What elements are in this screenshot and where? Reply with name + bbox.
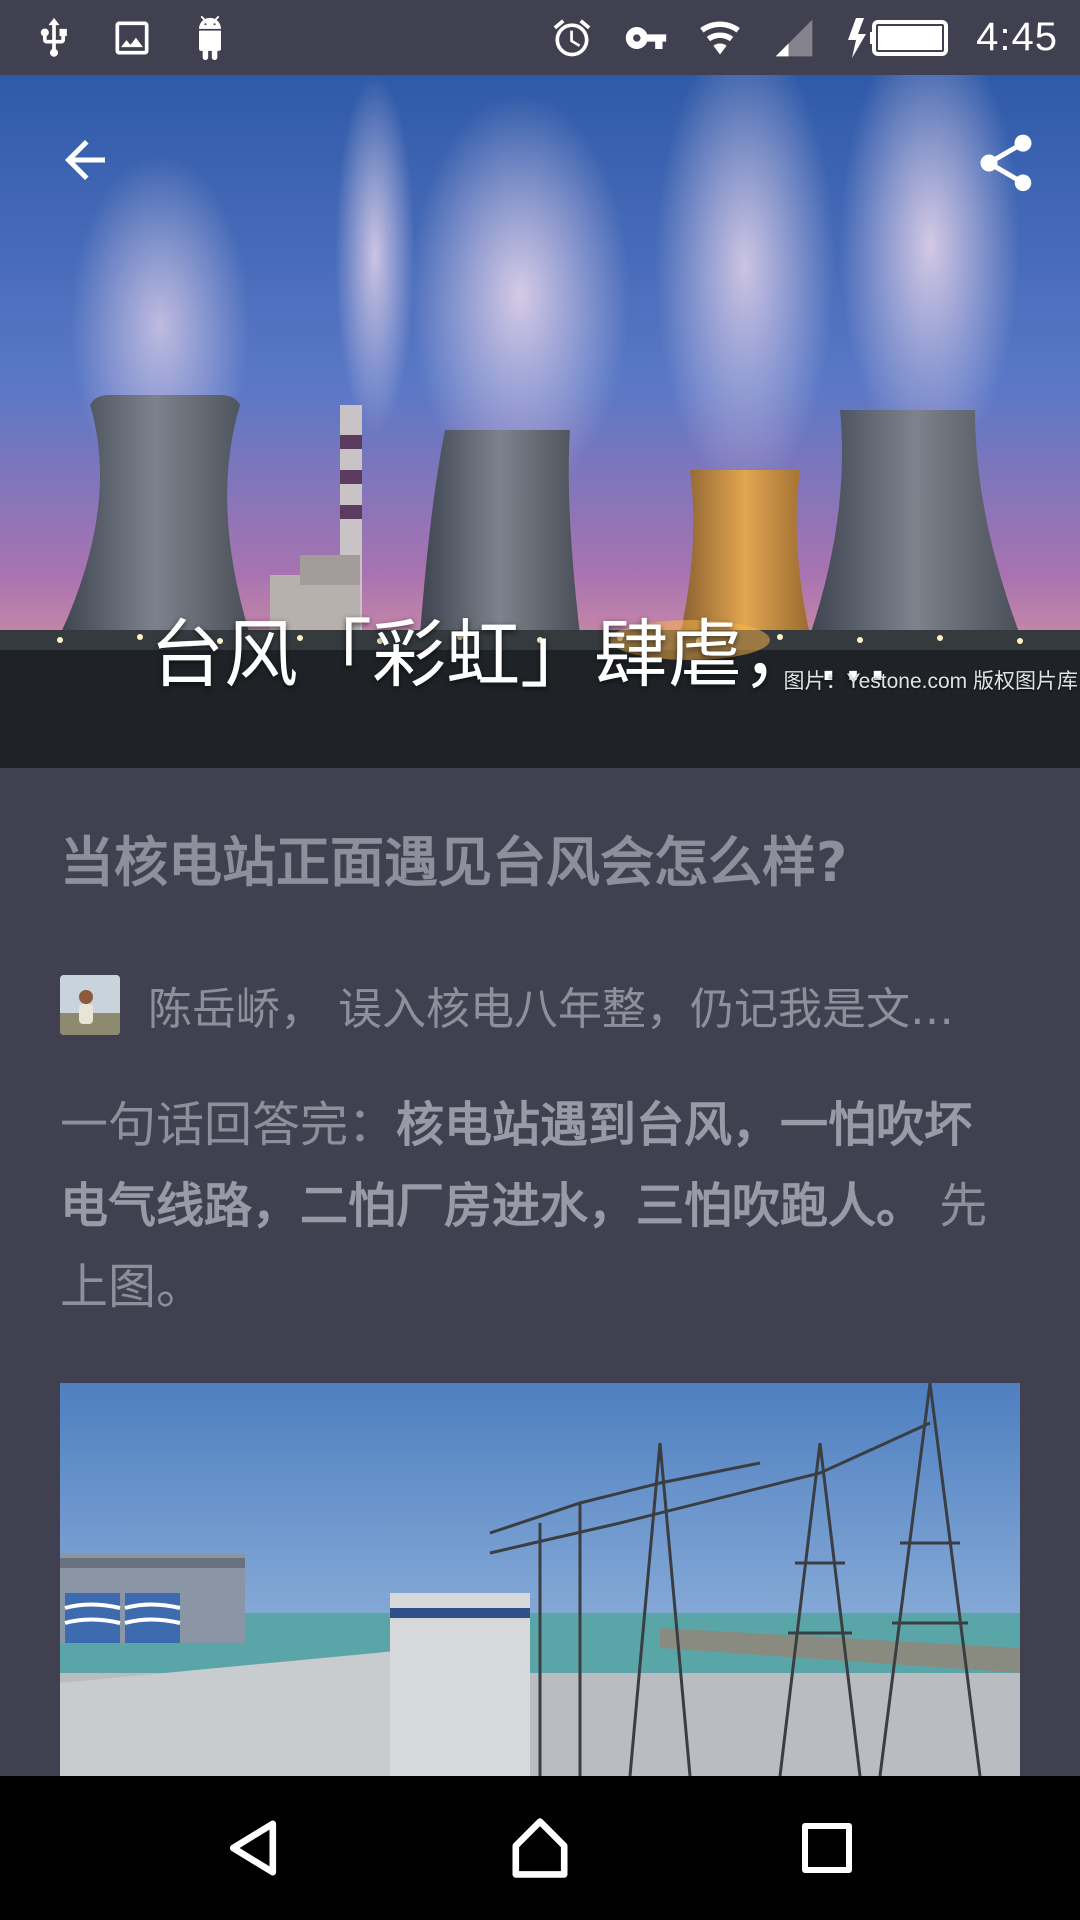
share-button[interactable]: [968, 125, 1044, 201]
recents-icon: [801, 1823, 852, 1873]
nav-back-button[interactable]: [208, 1803, 298, 1893]
arrow-back-icon: [65, 140, 105, 180]
share-icon: [980, 134, 1032, 192]
answer-lead: 一句话回答完：: [60, 1097, 397, 1153]
back-button[interactable]: [50, 125, 120, 195]
article-photo[interactable]: [60, 1383, 1020, 1776]
image-icon: [108, 14, 156, 62]
author-info[interactable]: 陈岳峤， 误入核电八年整，仍记我是文…: [148, 973, 1020, 1037]
usb-icon: [30, 14, 78, 62]
nav-recents-button[interactable]: [782, 1803, 872, 1893]
status-bar: 4:45: [0, 0, 1080, 75]
wifi-icon: [696, 14, 744, 62]
avatar[interactable]: [60, 975, 120, 1035]
clock-time: 4:45: [976, 15, 1058, 59]
answer-excerpt[interactable]: 一句话回答完：核电站遇到台风，一怕吹坏电气线路，二怕厂房进水，三怕吹跑人。 先上…: [60, 1085, 1000, 1328]
alarm-icon: [548, 14, 596, 62]
question-title[interactable]: 当核电站正面遇见台风会怎么样?: [60, 828, 1020, 898]
nav-home-button[interactable]: [495, 1803, 585, 1893]
image-credit: 图片：Yestone.com 版权图片库: [783, 670, 1078, 693]
android-icon: [186, 14, 234, 62]
battery-charging-icon: [844, 14, 954, 62]
vpn-key-icon: [622, 14, 670, 62]
author-row[interactable]: 陈岳峤， 误入核电八年整，仍记我是文…: [60, 975, 1020, 1035]
navigation-bar: [0, 1776, 1080, 1920]
home-icon: [512, 1818, 568, 1878]
signal-icon: [770, 14, 818, 62]
triangle-back-icon: [230, 1820, 277, 1876]
